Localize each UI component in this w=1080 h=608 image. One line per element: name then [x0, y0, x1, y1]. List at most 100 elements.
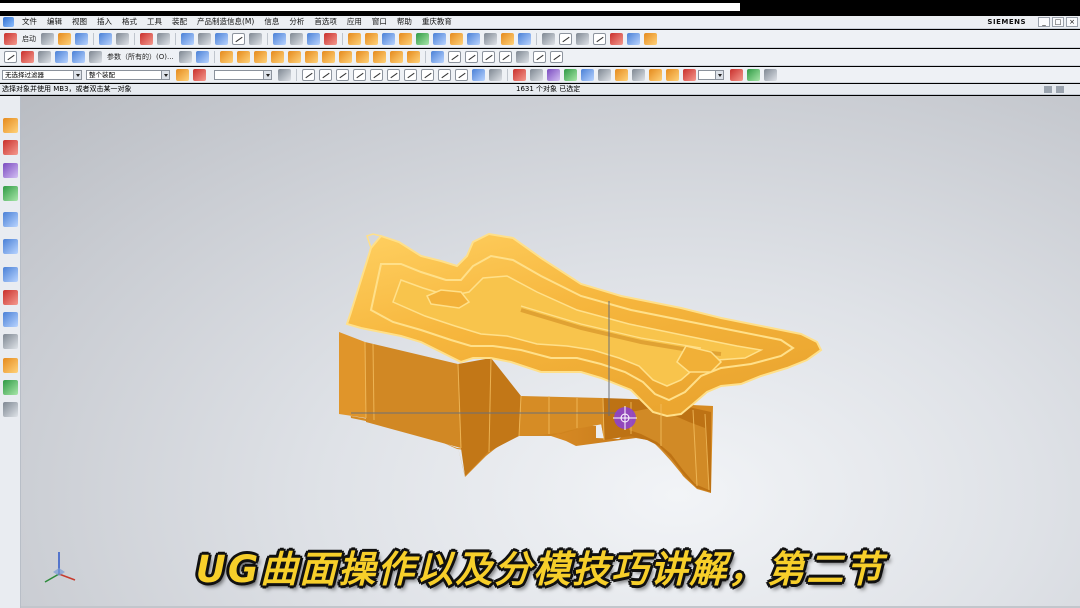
rotate-icon[interactable] — [181, 32, 194, 45]
select-all-icon[interactable] — [513, 68, 526, 81]
redo-icon[interactable] — [116, 32, 129, 45]
display-dropdown[interactable] — [698, 69, 724, 80]
bridge-icon[interactable] — [406, 51, 420, 63]
face-icon[interactable] — [178, 51, 192, 63]
quadrant-icon[interactable] — [421, 68, 434, 81]
block-icon[interactable] — [236, 51, 250, 63]
constraint-navigator-icon[interactable] — [3, 140, 18, 155]
edge-filter-icon[interactable] — [615, 68, 628, 81]
menu-preferences[interactable]: 首选项 — [309, 16, 342, 28]
menu-edit[interactable]: 编辑 — [42, 16, 67, 28]
menu-tools[interactable]: 工具 — [142, 16, 167, 28]
maximize-button[interactable]: □ — [1052, 17, 1064, 27]
point-on-face-icon[interactable] — [472, 68, 485, 81]
chevron-down-icon[interactable] — [161, 70, 169, 79]
surface-icon[interactable] — [518, 32, 531, 45]
deselect-icon[interactable] — [530, 68, 543, 81]
extrude-icon[interactable] — [290, 32, 303, 45]
menu-information[interactable]: 信息 — [259, 16, 284, 28]
ug-manager-icon[interactable] — [3, 380, 18, 395]
intersect-curve-icon[interactable] — [464, 51, 478, 63]
patch-icon[interactable] — [389, 51, 403, 63]
center-icon[interactable] — [404, 68, 417, 81]
offset-face-icon[interactable] — [467, 32, 480, 45]
menu-view[interactable]: 视图 — [67, 16, 92, 28]
assembly-scope-dropdown[interactable]: 整个装配 — [86, 69, 170, 80]
curve-on-surface-icon[interactable] — [430, 51, 444, 63]
pattern-icon[interactable] — [433, 32, 446, 45]
union-icon[interactable] — [304, 51, 318, 63]
snap-icon[interactable] — [176, 68, 189, 81]
layer-icon[interactable] — [249, 32, 262, 45]
status-expand-icon[interactable] — [1056, 86, 1064, 93]
wireframe-icon[interactable] — [215, 32, 228, 45]
hole-icon[interactable] — [365, 32, 378, 45]
sketch-icon[interactable] — [273, 32, 286, 45]
assembly-navigator-icon[interactable] — [3, 118, 18, 133]
intersect-icon[interactable] — [338, 51, 352, 63]
trim-icon[interactable] — [355, 51, 369, 63]
cone-icon[interactable] — [270, 51, 284, 63]
component-icon[interactable] — [632, 68, 645, 81]
section-curve-icon[interactable] — [481, 51, 495, 63]
curve-icon[interactable] — [542, 32, 555, 45]
arc-point-icon[interactable] — [319, 68, 332, 81]
project-icon[interactable] — [447, 51, 461, 63]
menu-help[interactable]: 帮助 — [392, 16, 417, 28]
combine-curve-icon[interactable] — [532, 51, 546, 63]
body-icon[interactable] — [581, 68, 594, 81]
new-file-icon[interactable] — [41, 32, 54, 45]
zoom-icon[interactable] — [157, 32, 170, 45]
boolean-icon[interactable] — [382, 32, 395, 45]
solid-icon[interactable] — [666, 68, 679, 81]
existing-point-icon[interactable] — [438, 68, 451, 81]
point-icon[interactable] — [576, 32, 589, 45]
save-icon[interactable] — [75, 32, 88, 45]
snap-type-dropdown[interactable] — [214, 69, 272, 80]
menu-window[interactable]: 窗口 — [367, 16, 392, 28]
status-options-icon[interactable] — [1044, 86, 1052, 93]
control-point-icon[interactable] — [370, 68, 383, 81]
filter-icon[interactable] — [547, 68, 560, 81]
endpoint-icon[interactable] — [336, 68, 349, 81]
sm-icon[interactable] — [627, 32, 640, 45]
shell-icon[interactable] — [399, 32, 412, 45]
sheet-icon[interactable] — [649, 68, 662, 81]
line-icon[interactable] — [4, 51, 17, 63]
face-filter-icon[interactable] — [598, 68, 611, 81]
layout-icon[interactable] — [3, 402, 18, 417]
menu-education[interactable]: 重庆教育 — [417, 16, 457, 28]
reuse-library-icon[interactable] — [3, 186, 18, 201]
cylinder-icon[interactable] — [253, 51, 267, 63]
web-browser-icon[interactable] — [3, 239, 18, 254]
extract-icon[interactable] — [219, 51, 233, 63]
undo-icon[interactable] — [99, 32, 112, 45]
palette-icon[interactable] — [747, 68, 760, 81]
roles-icon[interactable] — [3, 312, 18, 327]
help-icon[interactable] — [644, 32, 657, 45]
shaded-view-icon[interactable] — [198, 32, 211, 45]
graphics-viewport[interactable] — [21, 96, 1080, 608]
revolve-icon[interactable] — [307, 32, 320, 45]
box-icon[interactable] — [278, 68, 291, 81]
draft-icon[interactable] — [416, 32, 429, 45]
spline-icon[interactable] — [559, 32, 572, 45]
start-label[interactable]: 启动 — [22, 34, 36, 44]
surface-grid-icon[interactable] — [72, 51, 85, 63]
edit-curve-icon[interactable] — [515, 51, 529, 63]
offset-curve-icon[interactable] — [498, 51, 512, 63]
grid-icon[interactable] — [489, 68, 502, 81]
wrap-curve-icon[interactable] — [549, 51, 563, 63]
mold-part-model[interactable] — [21, 96, 1080, 608]
process-studio-icon[interactable] — [3, 290, 18, 305]
subtract-icon[interactable] — [321, 51, 335, 63]
selection-filter-dropdown[interactable]: 无选择过滤器 — [2, 69, 82, 80]
sphere-icon[interactable] — [287, 51, 301, 63]
part-navigator-icon[interactable] — [3, 163, 18, 178]
open-file-icon[interactable] — [58, 32, 71, 45]
sew-icon[interactable] — [484, 32, 497, 45]
minimize-button[interactable]: _ — [1038, 17, 1050, 27]
line-point-icon[interactable] — [302, 68, 315, 81]
mesh-icon[interactable] — [55, 51, 68, 63]
menu-file[interactable]: 文件 — [17, 16, 42, 28]
